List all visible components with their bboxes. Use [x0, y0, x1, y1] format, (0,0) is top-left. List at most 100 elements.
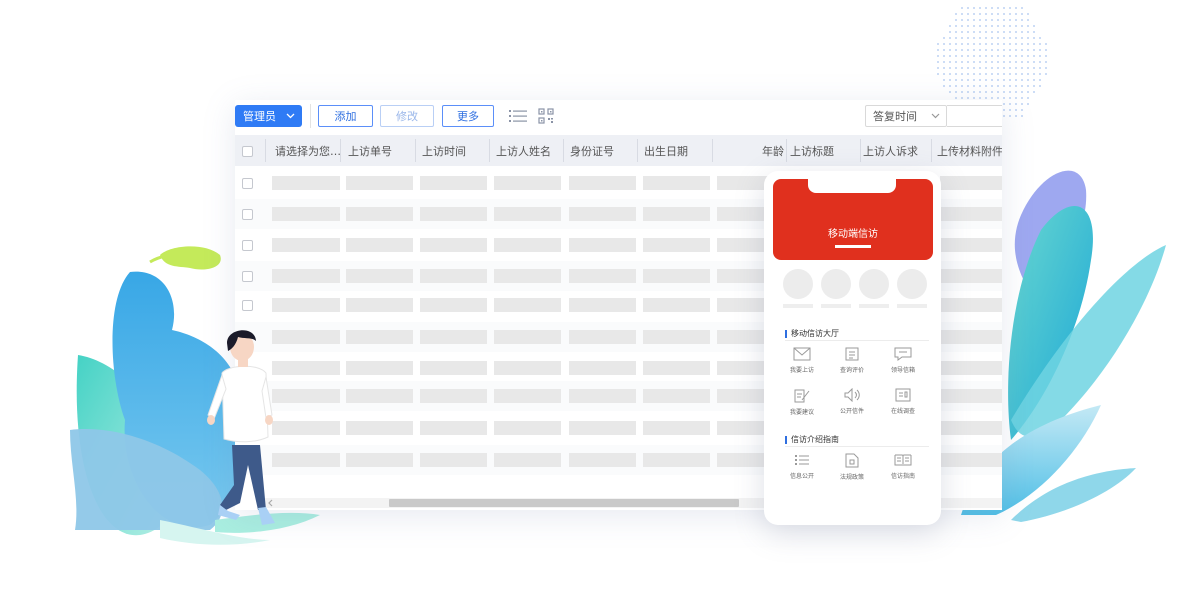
- cell-placeholder: [420, 453, 487, 467]
- sort-field-dropdown[interactable]: 答复时间: [865, 105, 947, 127]
- row-checkbox[interactable]: [242, 209, 253, 220]
- cell-placeholder: [569, 269, 636, 283]
- phone-item-guide[interactable]: 信访指南: [881, 453, 925, 480]
- cell-placeholder: [569, 361, 636, 375]
- cell-placeholder: [420, 330, 487, 344]
- sort-search-input[interactable]: [947, 105, 1002, 127]
- phone-item-policies[interactable]: 法规政策: [830, 453, 874, 481]
- cell-placeholder: [569, 298, 636, 312]
- row-checkbox[interactable]: [242, 178, 253, 189]
- cell-placeholder: [272, 269, 340, 283]
- dot: [943, 55, 945, 57]
- cell-placeholder: [420, 389, 487, 403]
- column-divider: [712, 139, 713, 162]
- cell-placeholder: [940, 361, 1002, 375]
- phone-item-mailbox[interactable]: 领导信箱: [881, 347, 925, 374]
- cell-placeholder: [643, 453, 710, 467]
- add-button[interactable]: 添加: [318, 105, 373, 127]
- cell-placeholder: [272, 238, 340, 252]
- dot: [937, 55, 939, 57]
- document-icon: [845, 347, 859, 361]
- cell-placeholder: [346, 176, 413, 190]
- list-icon: [795, 455, 809, 465]
- phone-item-suggest[interactable]: 我要建议: [780, 388, 824, 416]
- phone-item-label: 我要建议: [789, 409, 814, 416]
- cell-placeholder: [420, 238, 487, 252]
- column-divider: [563, 139, 564, 162]
- column-header[interactable]: 上传材料附件: [937, 135, 1002, 166]
- column-header[interactable]: 年龄: [719, 135, 784, 166]
- message-icon: [894, 347, 912, 361]
- cell-placeholder: [643, 238, 710, 252]
- section-divider: [785, 446, 929, 447]
- speaker-icon: [844, 388, 860, 402]
- section-marker: [785, 329, 787, 338]
- cell-placeholder: [643, 421, 710, 435]
- table-header: 请选择为您… 上访单号 上访时间 上访人姓名 身份证号 出生日期 年龄 上访标题…: [235, 135, 1002, 166]
- cell-placeholder: [940, 330, 1002, 344]
- qr-code-icon[interactable]: [538, 108, 554, 124]
- column-header[interactable]: 请选择为您…: [275, 135, 340, 166]
- cell-placeholder: [940, 176, 1002, 190]
- cell-placeholder: [494, 269, 561, 283]
- more-label: 更多: [457, 110, 479, 123]
- column-header[interactable]: 出生日期: [644, 135, 709, 166]
- phone-item-public-letters[interactable]: 公开信件: [830, 388, 874, 415]
- cell-placeholder: [940, 298, 1002, 312]
- column-header[interactable]: 上访标题: [790, 135, 855, 166]
- dot: [943, 61, 945, 63]
- column-header[interactable]: 身份证号: [570, 135, 635, 166]
- dot: [937, 73, 939, 75]
- cell-placeholder: [569, 389, 636, 403]
- column-header[interactable]: 上访单号: [348, 135, 413, 166]
- cell-placeholder: [272, 298, 340, 312]
- title-underline: [835, 245, 871, 248]
- cell-placeholder: [643, 298, 710, 312]
- column-header[interactable]: 上访人姓名: [496, 135, 561, 166]
- avatar-placeholder: [783, 269, 813, 299]
- cell-placeholder: [494, 238, 561, 252]
- dot: [943, 49, 945, 51]
- list-view-icon[interactable]: [509, 109, 527, 123]
- phone-item-survey[interactable]: 在线调查: [881, 388, 925, 415]
- cell-placeholder: [494, 421, 561, 435]
- cell-placeholder: [643, 269, 710, 283]
- cell-placeholder: [346, 389, 413, 403]
- role-dropdown[interactable]: 管理员: [235, 105, 302, 127]
- text-placeholder: [783, 304, 813, 308]
- phone-item-label: 公开信件: [839, 408, 864, 415]
- cell-placeholder: [494, 176, 561, 190]
- select-all-checkbox[interactable]: [242, 146, 253, 157]
- cell-placeholder: [346, 421, 413, 435]
- row-checkbox[interactable]: [242, 271, 253, 282]
- cell-placeholder: [346, 361, 413, 375]
- column-divider: [340, 139, 341, 162]
- dot: [943, 73, 945, 75]
- toolbar: 管理员 添加 修改 更多 答复时间: [235, 100, 1002, 134]
- dot: [937, 43, 939, 45]
- row-checkbox[interactable]: [242, 300, 253, 311]
- mail-icon: [793, 347, 811, 361]
- column-header[interactable]: 上访人诉求: [863, 135, 928, 166]
- phone-item-info-public[interactable]: 信息公开: [780, 453, 824, 480]
- cell-placeholder: [643, 176, 710, 190]
- add-label: 添加: [334, 110, 357, 123]
- more-button[interactable]: 更多: [442, 105, 494, 127]
- phone-banner-title: 移动端信访: [828, 229, 878, 240]
- column-divider: [415, 139, 416, 162]
- phone-item-label: 查询评价: [839, 367, 864, 374]
- scrollbar-thumb[interactable]: [389, 499, 739, 507]
- phone-item-label: 领导信箱: [890, 367, 915, 374]
- column-divider: [637, 139, 638, 162]
- phone-item-visit[interactable]: 我要上访: [780, 347, 824, 374]
- survey-icon: [895, 388, 911, 402]
- column-header[interactable]: 上访时间: [422, 135, 487, 166]
- edit-button[interactable]: 修改: [380, 105, 434, 127]
- cell-placeholder: [643, 207, 710, 221]
- cell-placeholder: [494, 361, 561, 375]
- section-hall-label: 移动信访大厅: [791, 329, 839, 338]
- phone-item-query[interactable]: 查询评价: [830, 347, 874, 374]
- row-checkbox[interactable]: [242, 240, 253, 251]
- edit-label: 修改: [396, 110, 418, 123]
- cell-placeholder: [346, 453, 413, 467]
